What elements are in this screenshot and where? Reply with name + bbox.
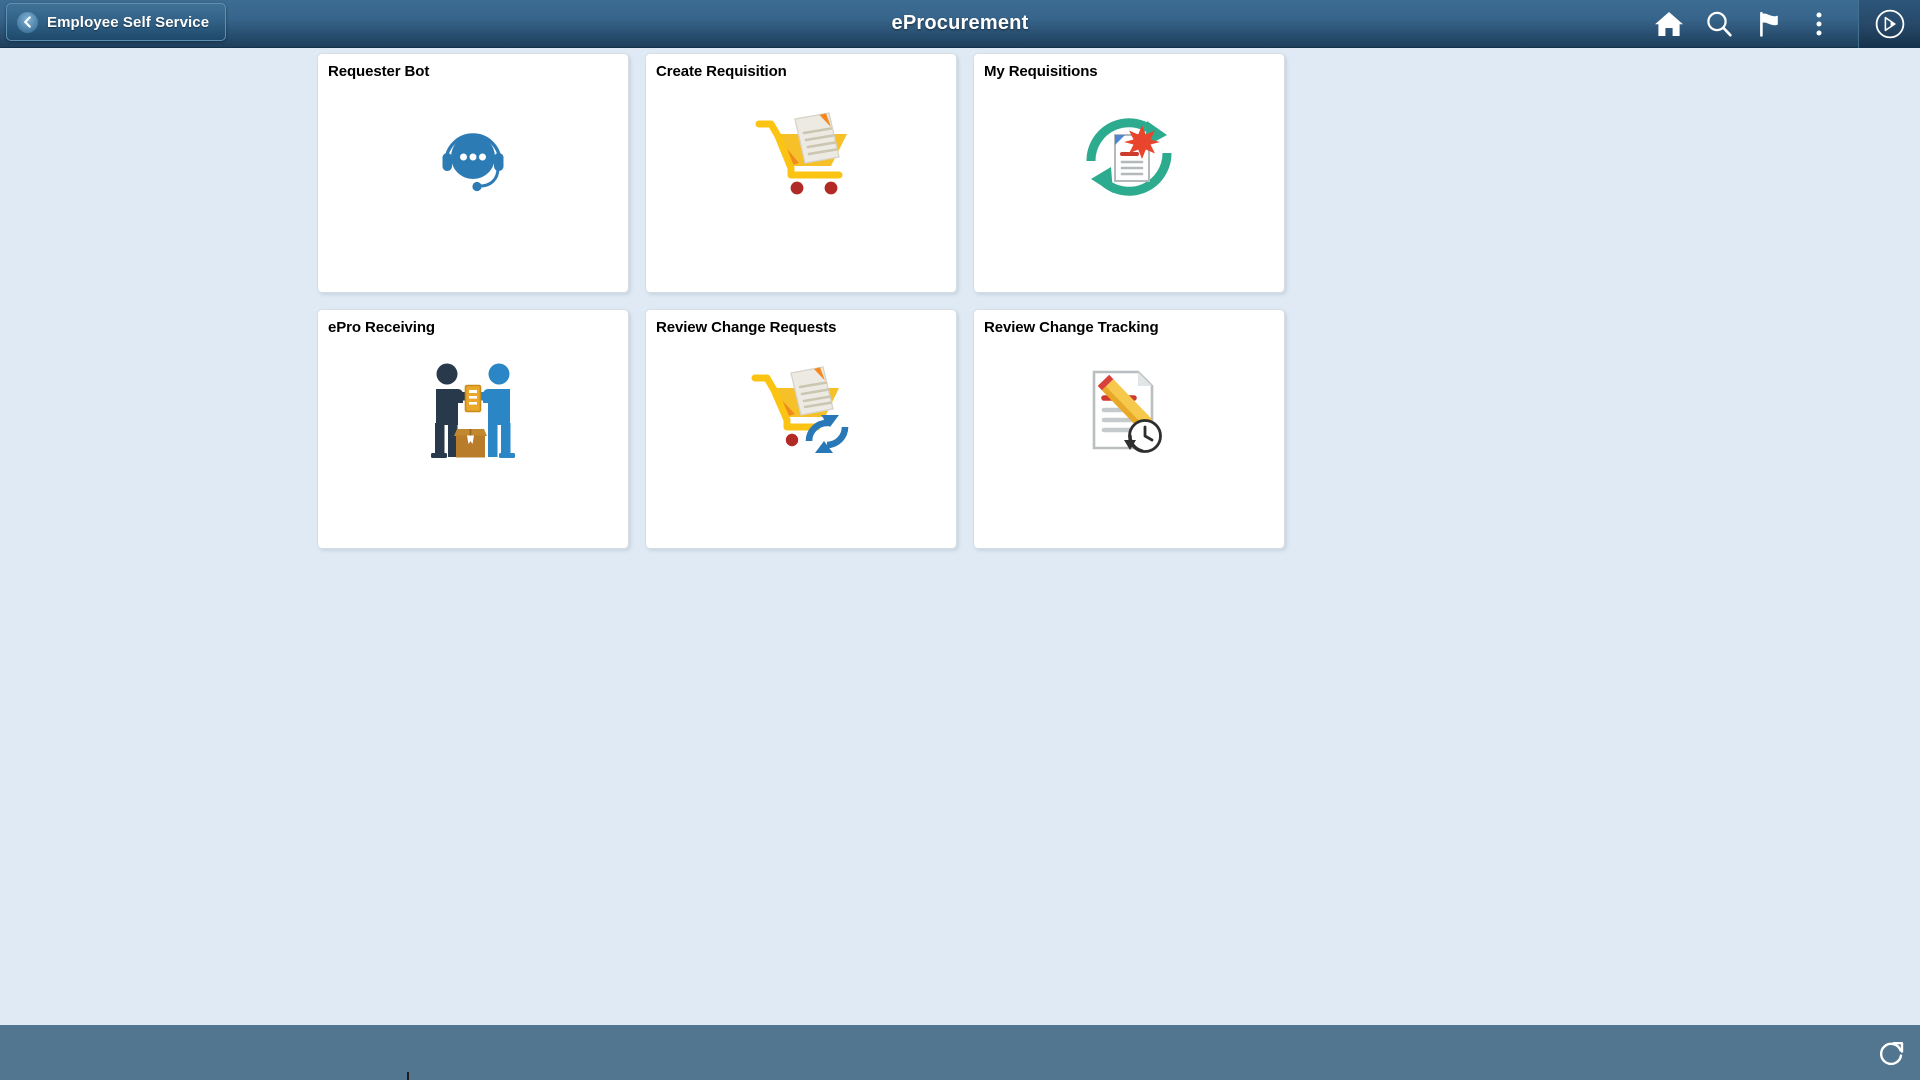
- footer-bar: [0, 1025, 1920, 1080]
- tile-page-content: Requester Bot Create Requisition My Requ…: [0, 48, 1920, 1025]
- tile-title: Requester Bot: [328, 63, 430, 80]
- flag-icon[interactable]: [1744, 0, 1794, 48]
- header-actions: [1644, 0, 1844, 48]
- kebab-menu-icon[interactable]: [1794, 0, 1844, 48]
- document-pencil-clock-icon: [974, 348, 1284, 478]
- navbar-compass-icon[interactable]: [1858, 0, 1920, 48]
- tile-title: ePro Receiving: [328, 319, 435, 336]
- back-button-label: Employee Self Service: [47, 13, 210, 31]
- tile-title: Create Requisition: [656, 63, 787, 80]
- tile-review-change-requests[interactable]: Review Change Requests: [645, 309, 957, 549]
- cart-document-refresh-icon: [646, 348, 956, 478]
- back-button[interactable]: Employee Self Service: [6, 3, 227, 41]
- chat-bot-headset-icon: [318, 92, 628, 222]
- tile-review-change-tracking[interactable]: Review Change Tracking: [973, 309, 1285, 549]
- chevron-left-icon: [17, 11, 38, 33]
- tile-grid: Requester Bot Create Requisition My Requ…: [317, 53, 1607, 549]
- tile-requester-bot[interactable]: Requester Bot: [317, 53, 629, 293]
- search-icon[interactable]: [1694, 0, 1744, 48]
- page-title: eProcurement: [891, 12, 1029, 34]
- tile-create-requisition[interactable]: Create Requisition: [645, 53, 957, 293]
- tile-title: My Requisitions: [984, 63, 1098, 80]
- app-header: Employee Self Service eProcurement: [0, 0, 1920, 48]
- tile-epro-receiving[interactable]: ePro Receiving: [317, 309, 629, 549]
- refresh-icon[interactable]: [1864, 1025, 1920, 1080]
- tile-title: Review Change Requests: [656, 319, 837, 336]
- tile-title: Review Change Tracking: [984, 319, 1159, 336]
- two-people-package-icon: [318, 348, 628, 478]
- home-icon[interactable]: [1644, 0, 1694, 48]
- tile-my-requisitions[interactable]: My Requisitions: [973, 53, 1285, 293]
- document-refresh-cycle-icon: [974, 92, 1284, 222]
- text-caret: [407, 1072, 409, 1080]
- cart-with-document-icon: [646, 92, 956, 222]
